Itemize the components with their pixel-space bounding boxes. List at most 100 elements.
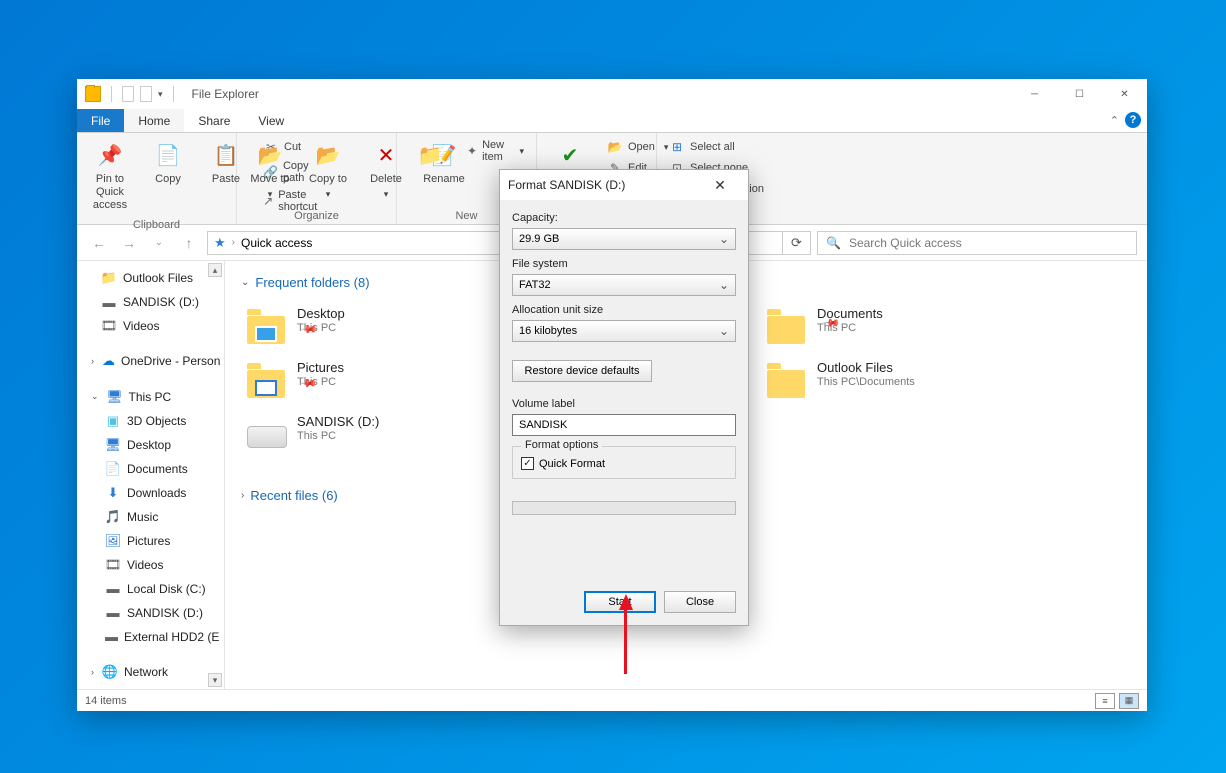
format-dialog: Format SANDISK (D:) ✕ Capacity: 29.9 GB … bbox=[499, 169, 749, 626]
nav-item[interactable]: 🎵Music bbox=[77, 506, 224, 528]
qat-item[interactable] bbox=[140, 86, 152, 102]
folder-icon: 📁 bbox=[101, 270, 117, 286]
explorer-icon bbox=[85, 86, 101, 102]
folder-item-sandisk[interactable]: SANDISK (D:) This PC bbox=[241, 408, 481, 458]
filesystem-label: File system bbox=[512, 258, 736, 270]
ribbon-tabs: File Home Share View ⌃ ? bbox=[77, 109, 1147, 133]
help-icon[interactable]: ? bbox=[1125, 112, 1141, 128]
properties-button[interactable]: ✔ bbox=[545, 137, 595, 173]
allocation-select[interactable]: 16 kilobytes bbox=[512, 320, 736, 342]
collapse-ribbon-icon[interactable]: ⌃ bbox=[1110, 114, 1119, 127]
folder-item-documents[interactable]: Documents This PC 📌 bbox=[761, 300, 1001, 354]
search-input[interactable]: 🔍 Search Quick access bbox=[817, 231, 1137, 255]
volume-label-input[interactable]: SANDISK bbox=[512, 414, 736, 436]
nav-network[interactable]: ›🌐Network bbox=[77, 661, 224, 683]
tab-view[interactable]: View bbox=[244, 109, 298, 132]
qat-dropdown-icon[interactable]: ▾ bbox=[158, 89, 163, 100]
address-path: Quick access bbox=[241, 236, 312, 250]
format-options-legend: Format options bbox=[521, 439, 602, 451]
nav-item[interactable]: ▬External HDD2 (E bbox=[77, 626, 224, 648]
desktop-icon: 🖥 bbox=[105, 437, 121, 453]
format-options-fieldset: Format options ✓ Quick Format bbox=[512, 446, 736, 479]
drive-icon: ▬ bbox=[101, 294, 117, 310]
allocation-label: Allocation unit size bbox=[512, 304, 736, 316]
checkbox-icon: ✓ bbox=[521, 457, 534, 470]
onedrive-icon: ☁ bbox=[102, 353, 115, 369]
window-title: File Explorer bbox=[192, 87, 259, 101]
quick-format-checkbox[interactable]: ✓ Quick Format bbox=[521, 457, 727, 470]
drive-icon: ▬ bbox=[105, 581, 121, 597]
details-view-button[interactable]: ≡ bbox=[1095, 693, 1115, 709]
drive-icon: ▬ bbox=[105, 605, 121, 621]
recent-locations-button[interactable]: ⌄ bbox=[147, 231, 171, 255]
folder-item-desktop[interactable]: Desktop This PC 📌 bbox=[241, 300, 481, 354]
nav-item[interactable]: 🖼Pictures bbox=[77, 530, 224, 552]
group-label-organize: Organize bbox=[245, 208, 388, 222]
minimize-button[interactable]: ─ bbox=[1012, 79, 1057, 109]
capacity-select[interactable]: 29.9 GB bbox=[512, 228, 736, 250]
check-icon: ✔ bbox=[556, 141, 584, 169]
nav-onedrive[interactable]: ›☁OneDrive - Person bbox=[77, 350, 224, 372]
pin-icon: 📌 bbox=[96, 141, 124, 169]
refresh-button[interactable]: ⟳ bbox=[783, 231, 811, 255]
new-item-icon: ✦ bbox=[467, 143, 477, 159]
close-button[interactable]: ✕ bbox=[1102, 79, 1147, 109]
qat-item[interactable] bbox=[122, 86, 134, 102]
video-icon: 🎞 bbox=[105, 557, 121, 573]
search-placeholder: Search Quick access bbox=[849, 236, 962, 250]
progress-bar bbox=[512, 501, 736, 515]
delete-icon: ✕ bbox=[372, 141, 400, 169]
nav-item[interactable]: ▬SANDISK (D:) bbox=[77, 291, 224, 313]
up-button[interactable]: ↑ bbox=[177, 231, 201, 255]
select-all-icon: ⊞ bbox=[669, 139, 685, 155]
nav-item[interactable]: 🖥Desktop bbox=[77, 434, 224, 456]
dialog-close-button[interactable]: ✕ bbox=[700, 171, 740, 199]
copy-to-button[interactable]: 📂Copy to▾ bbox=[303, 137, 353, 204]
new-folder-icon: 📁 bbox=[416, 141, 444, 169]
tab-file[interactable]: File bbox=[77, 109, 124, 132]
restore-defaults-button[interactable]: Restore device defaults bbox=[512, 360, 652, 382]
tab-home[interactable]: Home bbox=[124, 109, 184, 132]
nav-item[interactable]: 🎞Videos bbox=[77, 315, 224, 337]
nav-item[interactable]: ⬇Downloads bbox=[77, 482, 224, 504]
quick-access-icon: ★ bbox=[214, 235, 226, 251]
video-icon: 🎞 bbox=[101, 318, 117, 334]
nav-item[interactable]: ▣3D Objects bbox=[77, 410, 224, 432]
scroll-down-button[interactable]: ▾ bbox=[208, 673, 222, 687]
close-button[interactable]: Close bbox=[664, 591, 736, 613]
forward-button[interactable]: → bbox=[117, 231, 141, 255]
filesystem-select[interactable]: FAT32 bbox=[512, 274, 736, 296]
document-icon: 📄 bbox=[105, 461, 121, 477]
select-all-button[interactable]: ⊞Select all bbox=[665, 137, 768, 157]
tab-share[interactable]: Share bbox=[184, 109, 244, 132]
nav-thispc[interactable]: ⌄🖥This PC bbox=[77, 386, 224, 408]
chevron-right-icon: › bbox=[241, 490, 244, 501]
maximize-button[interactable]: ☐ bbox=[1057, 79, 1102, 109]
move-to-button[interactable]: 📂Move to▾ bbox=[245, 137, 295, 204]
copy-icon: 📄 bbox=[154, 141, 182, 169]
nav-item[interactable]: 📁Outlook Files bbox=[77, 267, 224, 289]
dialog-title: Format SANDISK (D:) bbox=[508, 178, 625, 192]
scroll-up-button[interactable]: ▴ bbox=[208, 263, 222, 277]
status-bar: 14 items ≡ ▦ bbox=[77, 689, 1147, 711]
navigation-pane: 📁Outlook Files ▬SANDISK (D:) 🎞Videos ›☁O… bbox=[77, 261, 225, 689]
drive-icon: ▬ bbox=[105, 629, 118, 645]
titlebar: ▾ File Explorer ─ ☐ ✕ bbox=[77, 79, 1147, 109]
nav-item[interactable]: 📄Documents bbox=[77, 458, 224, 480]
music-icon: 🎵 bbox=[105, 509, 121, 525]
nav-item[interactable]: ▬Local Disk (C:) bbox=[77, 578, 224, 600]
copyto-icon: 📂 bbox=[314, 141, 342, 169]
copy-button[interactable]: 📄 Copy bbox=[143, 137, 193, 189]
new-folder-button[interactable]: 📁 bbox=[405, 137, 455, 173]
folder-item-outlook[interactable]: Outlook Files This PC\Documents bbox=[761, 354, 1001, 404]
dialog-titlebar: Format SANDISK (D:) ✕ bbox=[500, 170, 748, 200]
new-item-button[interactable]: ✦New item▾ bbox=[463, 137, 528, 165]
back-button[interactable]: ← bbox=[87, 231, 111, 255]
nav-item[interactable]: ▬SANDISK (D:) bbox=[77, 602, 224, 624]
pin-button[interactable]: 📌 Pin to Quick access bbox=[85, 137, 135, 217]
start-button[interactable]: Start bbox=[584, 591, 656, 613]
thumbnails-view-button[interactable]: ▦ bbox=[1119, 693, 1139, 709]
nav-item[interactable]: 🎞Videos bbox=[77, 554, 224, 576]
folder-item-pictures[interactable]: Pictures This PC 📌 bbox=[241, 354, 481, 408]
item-count: 14 items bbox=[85, 695, 127, 707]
